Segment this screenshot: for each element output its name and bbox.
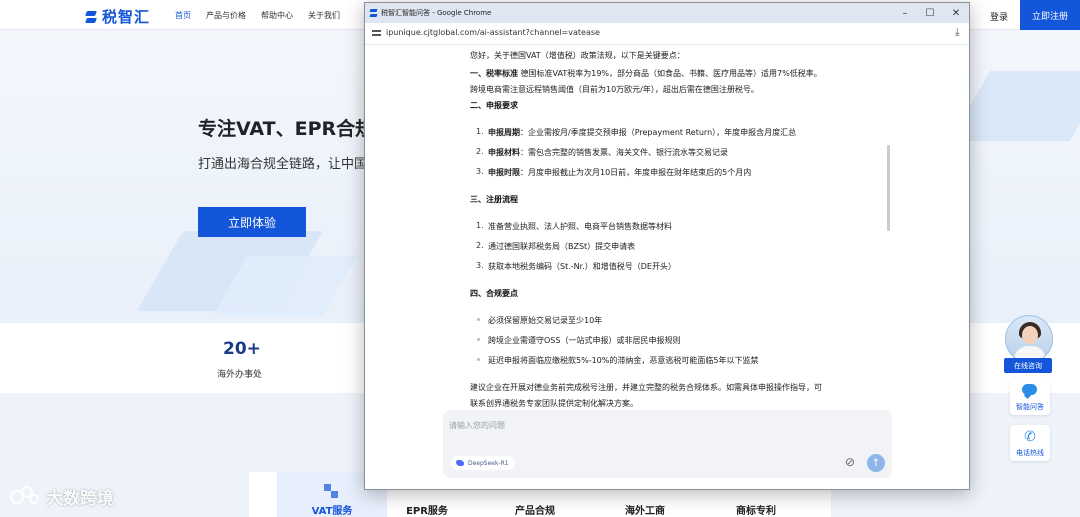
list-item: 申报周期：企业需按月/季度提交预申报（Prepayment Return），年度… <box>488 128 797 137</box>
bullet-icon <box>477 338 480 341</box>
deepseek-icon <box>456 460 464 466</box>
watermark: 大数跨境 <box>10 484 114 509</box>
stat-value: 20+ <box>223 339 261 359</box>
minimize-icon[interactable]: – <box>893 3 917 23</box>
try-now-button[interactable]: 立即体验 <box>198 207 306 237</box>
nav-products-pricing[interactable]: 产品与价格 <box>206 10 246 21</box>
logo-text: 税智汇 <box>102 8 151 26</box>
window-titlebar[interactable]: 税智汇智能问答 - Google Chrome – ☐ ✕ <box>365 3 969 23</box>
online-consult-button[interactable]: 在线咨询 <box>1004 358 1052 373</box>
app-icon <box>369 8 378 18</box>
list-item: 跨境企业需遵守OSS（一站式申报）或非居民申报规则 <box>488 336 681 345</box>
bullet-icon <box>477 358 480 361</box>
send-button[interactable]: ↑ <box>867 454 885 472</box>
address-bar[interactable]: ipunique.cjtglobal.com/ai-assistant?chan… <box>365 23 969 45</box>
section-1-heading: 一、税率标准 <box>470 69 518 78</box>
model-selector[interactable]: DeepSeek-R1 <box>451 456 515 470</box>
section-1-line-2: 跨境电商需注意远程销售阈值（目前为10万欧元/年），超出后需在德国注册税号。 <box>470 85 759 94</box>
stat-label: 海外办事处 <box>217 370 263 380</box>
window-title: 税智汇智能问答 - Google Chrome <box>381 9 492 17</box>
scrollbar[interactable] <box>887 145 890 231</box>
attachment-icon[interactable]: ⊘ <box>845 455 855 469</box>
download-icon[interactable]: ⤓ <box>955 27 959 38</box>
model-label: DeepSeek-R1 <box>468 459 509 467</box>
login-link[interactable]: 登录 <box>990 10 1008 23</box>
question-input[interactable]: 请输入您的问题 <box>449 420 505 431</box>
list-item: 延迟申报将面临应缴税款5%-10%的滞纳金，恶意逃税可能面临5年以下监禁 <box>488 356 759 365</box>
section-2-heading: 二、申报要求 <box>470 101 518 110</box>
hero-subtitle: 打通出海合规全链路，让中国 <box>198 157 368 172</box>
answer-outro-line-2: 联系创界通税务专家团队提供定制化解决方案。 <box>470 399 638 408</box>
nav-about[interactable]: 关于我们 <box>308 10 340 21</box>
close-icon[interactable]: ✕ <box>944 3 968 23</box>
watermark-logo-icon <box>10 485 40 508</box>
list-item: 申报材料：需包含完整的销售发票、海关文件、银行流水等交易记录 <box>488 148 728 157</box>
list-item: 获取本地税务编码（St.-Nr.）和增值税号（DE开头） <box>488 262 676 271</box>
maximize-icon[interactable]: ☐ <box>918 3 942 23</box>
list-item: 准备营业执照、法人护照、电商平台销售数据等材料 <box>488 222 672 231</box>
ai-qa-label: 智能问答 <box>1016 403 1044 411</box>
nav-home[interactable]: 首页 <box>175 10 191 21</box>
nav-help-center[interactable]: 帮助中心 <box>261 10 293 21</box>
list-item: 通过德国联邦税务局（BZSt）提交申请表 <box>488 242 636 251</box>
watermark-text: 大数跨境 <box>46 489 114 509</box>
customer-service-avatar[interactable] <box>1005 315 1053 363</box>
phone-icon: ✆ <box>1024 429 1036 445</box>
list-item: 必须保留原始交易记录至少10年 <box>488 316 603 325</box>
vat-service-icon <box>324 484 338 498</box>
hotline-button[interactable]: ✆ 电话热线 <box>1010 425 1050 461</box>
answer-outro-line-1: 建议企业在开展对德业务前完成税号注册，并建立完整的税务合规体系。如需具体申报操作… <box>470 383 822 392</box>
site-info-icon[interactable] <box>372 29 381 38</box>
list-item: 申报时限：月度申报截止为次月10日前，年度申报在财年结束后的5个月内 <box>488 168 752 177</box>
hotline-label: 电话热线 <box>1016 449 1044 457</box>
hero-title: 专注VAT、EPR合规 <box>198 118 375 140</box>
logo-icon <box>84 9 98 25</box>
ai-qa-button[interactable]: 智能问答 <box>1010 379 1050 415</box>
chat-icon <box>1022 383 1038 399</box>
ai-assistant-window: 税智汇智能问答 - Google Chrome – ☐ ✕ ipunique.c… <box>364 2 970 490</box>
site-logo[interactable]: 税智汇 <box>84 6 150 27</box>
url-text[interactable]: ipunique.cjtglobal.com/ai-assistant?chan… <box>386 28 600 37</box>
section-4-heading: 四、合规要点 <box>470 289 518 298</box>
bullet-icon <box>477 318 480 321</box>
chat-content: 您好，关于德国VAT（增值税）政策法规，以下是关键要点： 一、税率标准 德国标准… <box>365 45 969 411</box>
section-3-heading: 三、注册流程 <box>470 195 518 204</box>
section-1-line-1: 一、税率标准 德国标准VAT税率为19%，部分商品（如食品、书籍、医疗用品等）适… <box>470 69 822 78</box>
answer-intro: 您好，关于德国VAT（增值税）政策法规，以下是关键要点： <box>470 51 685 60</box>
question-input-box[interactable]: 请输入您的问题 DeepSeek-R1 ⊘ ↑ <box>443 410 892 478</box>
register-button[interactable]: 立即注册 <box>1020 0 1080 30</box>
main-nav: 首页 产品与价格 帮助中心 关于我们 <box>175 10 340 21</box>
